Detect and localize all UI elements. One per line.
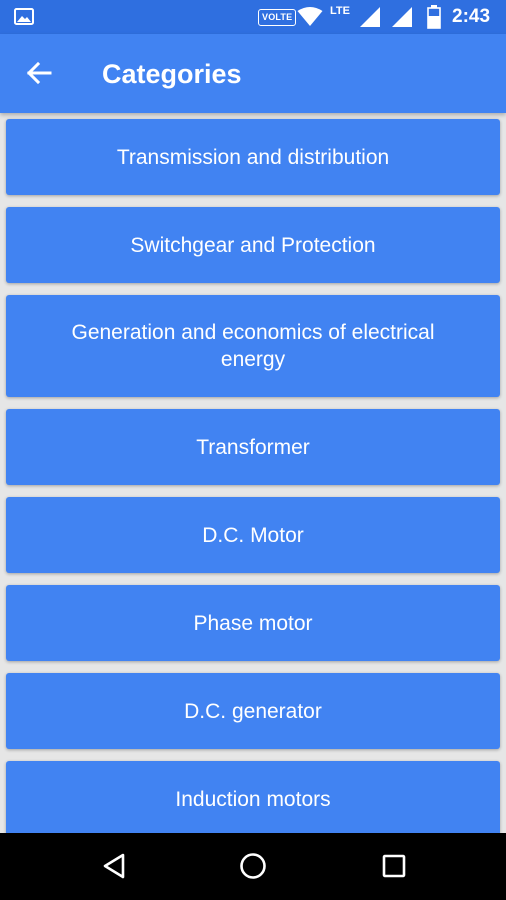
category-card-transmission[interactable]: Transmission and distribution (6, 119, 500, 195)
app-bar: Categories (0, 34, 506, 113)
signal-icon (360, 7, 380, 27)
gallery-icon (14, 8, 34, 25)
category-card-dc-motor[interactable]: D.C. Motor (6, 497, 500, 573)
category-card-switchgear[interactable]: Switchgear and Protection (6, 207, 500, 283)
nav-back-button[interactable] (92, 846, 136, 886)
category-label: Switchgear and Protection (130, 233, 376, 257)
nav-home-button[interactable] (231, 846, 275, 886)
home-circle-icon (240, 853, 266, 879)
category-label: Generation and economics of electrical e… (71, 321, 435, 371)
category-label: D.C. generator (184, 699, 322, 723)
back-button[interactable] (20, 54, 58, 92)
back-triangle-icon (103, 853, 125, 879)
battery-icon (427, 5, 441, 29)
wifi-icon (297, 7, 323, 26)
recents-square-icon (382, 854, 406, 878)
page-title: Categories (102, 59, 242, 89)
status-bar: VOLTE LTE 2:43 (0, 0, 506, 34)
category-card-transformer[interactable]: Transformer (6, 409, 500, 485)
nav-recents-button[interactable] (372, 846, 416, 886)
category-card-generation[interactable]: Generation and economics of electrical e… (6, 295, 500, 397)
category-label: D.C. Motor (202, 523, 304, 547)
category-label: Transmission and distribution (116, 145, 390, 169)
category-card-induction-motors[interactable]: Induction motors (6, 761, 500, 833)
volte-badge: VOLTE (258, 9, 297, 26)
category-card-phase-motor[interactable]: Phase motor (6, 585, 500, 661)
network-type-label: LTE (330, 5, 350, 17)
signal-icon (392, 7, 412, 27)
arrow-left-icon (26, 61, 52, 85)
system-nav-bar (0, 833, 506, 900)
category-label: Transformer (196, 435, 310, 459)
status-clock: 2:43 (452, 6, 491, 27)
category-card-dc-generator[interactable]: D.C. generator (6, 673, 500, 749)
category-label: Induction motors (175, 787, 331, 811)
category-label: Phase motor (193, 611, 313, 635)
category-list[interactable]: Transmission and distribution Switchgear… (0, 113, 506, 833)
